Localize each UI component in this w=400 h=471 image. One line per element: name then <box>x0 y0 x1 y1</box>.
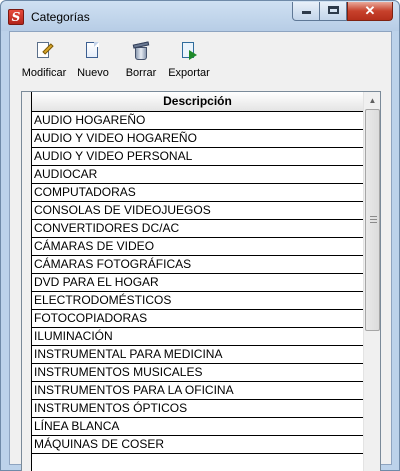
table-row[interactable]: AUDIO Y VIDEO PERSONAL <box>32 148 363 166</box>
table-row[interactable]: AUDIOCAR <box>32 166 363 184</box>
arrow-up-icon: ▲ <box>368 96 377 105</box>
grip-icon <box>370 216 377 223</box>
window-title: Categorías <box>31 10 90 24</box>
close-icon: ✕ <box>364 3 376 18</box>
close-button[interactable]: ✕ <box>347 2 393 21</box>
table-row[interactable]: CONVERTIDORES DC/AC <box>32 220 363 238</box>
column-header-descripcion[interactable]: Descripción <box>32 92 363 112</box>
trash-icon <box>132 41 150 61</box>
minimize-button[interactable] <box>292 2 320 21</box>
table-row[interactable]: CÁMARAS FOTOGRÁFICAS <box>32 256 363 274</box>
categories-window: S Categorías ✕ Modificar Nuevo Borrar Ex… <box>0 0 400 471</box>
title-bar[interactable]: S Categorías ✕ <box>1 1 399 31</box>
table-row[interactable]: ILUMINACIÓN <box>32 328 363 346</box>
modify-button[interactable]: Modificar <box>21 38 67 84</box>
modify-label: Modificar <box>21 67 67 79</box>
export-icon <box>180 41 198 61</box>
client-area: Modificar Nuevo Borrar Exportar Descripc… <box>9 31 392 471</box>
row-indicator-column[interactable] <box>22 92 32 471</box>
table-row[interactable]: INSTRUMENTAL PARA MEDICINA <box>32 346 363 364</box>
table-row[interactable]: AUDIO Y VIDEO HOGAREÑO <box>32 130 363 148</box>
edit-document-icon <box>35 41 54 61</box>
delete-button[interactable]: Borrar <box>121 38 161 84</box>
table-row[interactable]: CÁMARAS DE VIDEO <box>32 238 363 256</box>
table-row[interactable]: ELECTRODOMÉSTICOS <box>32 292 363 310</box>
grid-rows: AUDIO HOGAREÑO AUDIO Y VIDEO HOGAREÑO AUDI… <box>32 112 363 454</box>
table-row[interactable]: MÁQUINAS DE COSER <box>32 436 363 454</box>
table-row[interactable]: INSTRUMENTOS ÓPTICOS <box>32 400 363 418</box>
export-button[interactable]: Exportar <box>167 38 211 84</box>
scroll-down-button[interactable]: ▼ <box>364 465 380 471</box>
maximize-icon <box>327 6 339 14</box>
categories-grid[interactable]: Descripción AUDIO HOGAREÑO AUDIO Y VIDEO … <box>21 91 381 471</box>
new-document-icon <box>84 41 102 61</box>
new-label: Nuevo <box>77 67 109 79</box>
table-row[interactable]: AUDIO HOGAREÑO <box>32 112 363 130</box>
app-logo-icon[interactable]: S <box>8 9 24 25</box>
table-row[interactable]: FOTOCOPIADORAS <box>32 310 363 328</box>
new-button[interactable]: Nuevo <box>74 38 112 84</box>
table-row[interactable]: LÍNEA BLANCA <box>32 418 363 436</box>
table-row[interactable]: INSTRUMENTOS PARA LA OFICINA <box>32 382 363 400</box>
scroll-up-button[interactable]: ▲ <box>364 92 380 109</box>
maximize-button[interactable] <box>320 2 347 21</box>
table-row[interactable]: CONSOLAS DE VIDEOJUEGOS <box>32 202 363 220</box>
vertical-scrollbar[interactable]: ▲ ▼ <box>363 92 380 471</box>
toolbar: Modificar Nuevo Borrar Exportar <box>10 32 391 88</box>
scrollbar-thumb[interactable] <box>365 109 380 331</box>
minimize-icon <box>301 11 311 14</box>
table-row[interactable]: DVD PARA EL HOGAR <box>32 274 363 292</box>
delete-label: Borrar <box>125 67 157 79</box>
export-label: Exportar <box>168 67 210 79</box>
table-row[interactable]: INSTRUMENTOS MUSICALES <box>32 364 363 382</box>
table-row[interactable]: COMPUTADORAS <box>32 184 363 202</box>
